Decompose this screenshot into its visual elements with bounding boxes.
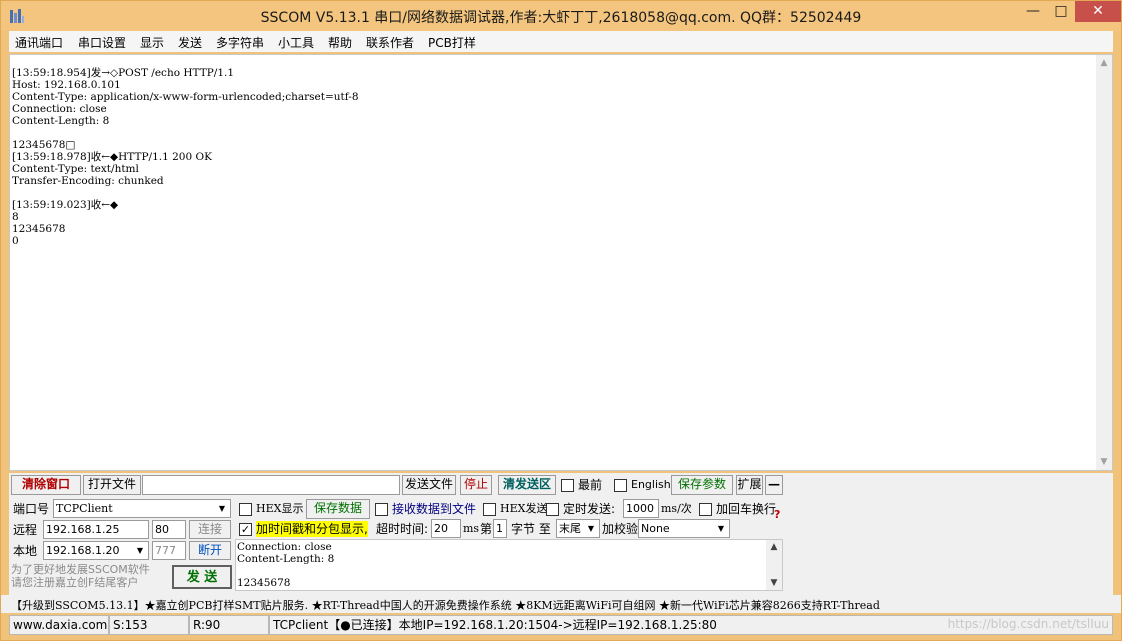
title-bar: SSCOM V5.13.1 串口/网络数据调试器,作者:大虾丁丁,2618058… (1, 1, 1121, 31)
minimize-button[interactable]: — (1019, 1, 1047, 22)
send-content: Connection: close Content-Length: 8 123456… (237, 541, 335, 589)
maximize-button[interactable]: □ (1047, 1, 1075, 22)
menu-item-pcb-order[interactable]: PCB打样 (428, 34, 476, 51)
checksum-label: 加校验 (602, 522, 639, 536)
timed-send-label: 定时发送: (563, 502, 616, 516)
scroll-up-icon[interactable]: ▲ (1096, 58, 1112, 68)
open-file-button[interactable]: 打开文件 (83, 475, 141, 495)
menu-item-comm-port[interactable]: 通讯端口 (15, 34, 63, 51)
menu-item-serial-settings[interactable]: 串口设置 (78, 34, 126, 51)
menu-item-send[interactable]: 发送 (178, 34, 202, 51)
timeout-label: 超时时间: (376, 522, 429, 536)
menu-item-help[interactable]: 帮助 (328, 34, 352, 51)
add-crlf-label: 加回车换行 (716, 502, 777, 516)
timestamp-label: 加时间戳和分包显示, (256, 521, 368, 537)
topmost-label: 最前 (578, 478, 603, 492)
hex-display-label: HEX显示 (256, 502, 304, 515)
timeout-unit-label: ms (463, 522, 480, 535)
local-port-input[interactable]: 777 (152, 541, 186, 560)
remote-ip-input[interactable]: 192.168.1.25 (43, 520, 149, 539)
app-window: SSCOM V5.13.1 串口/网络数据调试器,作者:大虾丁丁,2618058… (0, 0, 1122, 641)
menu-item-multi-string[interactable]: 多字符串 (216, 34, 264, 51)
local-label: 本地 (13, 544, 38, 558)
recv-to-file-checkbox[interactable] (375, 503, 388, 516)
local-ip-select[interactable]: 192.168.1.20 ▼ (43, 541, 149, 560)
nth-label: 第 (480, 522, 493, 536)
hex-send-label: HEX发送 (500, 502, 548, 515)
chevron-down-icon: ▼ (215, 501, 229, 516)
hex-display-checkbox[interactable] (239, 503, 252, 516)
checksum-select[interactable]: None ▼ (638, 519, 730, 538)
window-title: SSCOM V5.13.1 串口/网络数据调试器,作者:大虾丁丁,2618058… (260, 10, 862, 26)
scroll-down-icon[interactable]: ▼ (766, 578, 782, 588)
help-icon[interactable]: ? (774, 507, 780, 523)
scroll-down-icon[interactable]: ▼ (1096, 457, 1112, 467)
promo-bar-text[interactable]: 【升级到SSCOM5.13.1】★嘉立创PCB打样SMT贴片服务. ★RT-Th… (11, 597, 880, 613)
byte-to-label: 字节 至 (511, 522, 551, 536)
hex-send-checkbox[interactable] (483, 503, 496, 516)
status-website[interactable]: www.daxia.com (9, 615, 109, 635)
stop-button[interactable]: 停止 (460, 475, 492, 495)
port-label: 端口号 (13, 502, 50, 516)
port-select[interactable]: TCPClient ▼ (53, 499, 231, 518)
interval-unit-label: ms/次 (661, 502, 692, 515)
promo-text-line1: 为了更好地发展SSCOM软件 (11, 563, 150, 576)
file-path-input[interactable] (142, 475, 400, 495)
close-button[interactable]: ✕ (1075, 1, 1121, 22)
menu-bar: 通讯端口 串口设置 显示 发送 多字符串 小工具 帮助 联系作者 PCB打样 (9, 31, 1113, 52)
topmost-checkbox[interactable] (561, 479, 574, 492)
end-select[interactable]: 末尾 ▼ (556, 519, 600, 538)
chevron-down-icon: ▼ (714, 521, 728, 536)
status-sent-count: S:153 (109, 615, 189, 635)
promo-text-line2: 请您注册嘉立创F结尾客户 (11, 576, 139, 589)
receive-scrollbar[interactable]: ▲ ▼ (1096, 55, 1112, 470)
send-button[interactable]: 发 送 (172, 565, 232, 589)
save-data-button[interactable]: 保存数据 (306, 499, 370, 519)
promo-bar: 【升级到SSCOM5.13.1】★嘉立创PCB打样SMT贴片服务. ★RT-Th… (1, 595, 1121, 613)
send-scrollbar[interactable]: ▲ ▼ (766, 540, 782, 590)
chevron-down-icon: ▼ (584, 521, 598, 536)
collapse-button[interactable]: — (765, 475, 783, 495)
status-bar: www.daxia.com S:153 R:90 TCPclient【●已连接】… (9, 615, 1113, 635)
send-file-button[interactable]: 发送文件 (402, 475, 456, 495)
timeout-input[interactable]: 20 (431, 519, 461, 538)
english-label: English (631, 478, 671, 491)
menu-item-tools[interactable]: 小工具 (278, 34, 314, 51)
control-panel: 清除窗口 打开文件 发送文件 停止 清发送区 最前 English 保存参数 扩… (9, 473, 1113, 595)
remote-label: 远程 (13, 523, 38, 537)
disconnect-button[interactable]: 断开 (189, 541, 231, 560)
remote-port-input[interactable]: 80 (152, 520, 186, 539)
send-text-area[interactable]: Connection: close Content-Length: 8 123456… (235, 539, 783, 591)
connect-button[interactable]: 连接 (189, 520, 231, 539)
save-params-button[interactable]: 保存参数 (671, 475, 733, 495)
nth-byte-input[interactable]: 1 (493, 519, 507, 538)
menu-item-contact-author[interactable]: 联系作者 (366, 34, 414, 51)
clear-window-button[interactable]: 清除窗口 (11, 475, 81, 495)
chevron-down-icon: ▼ (133, 543, 147, 558)
interval-input[interactable]: 1000 (623, 499, 659, 518)
scroll-up-icon[interactable]: ▲ (766, 542, 782, 552)
clear-send-area-button[interactable]: 清发送区 (498, 475, 556, 495)
timed-send-checkbox[interactable] (546, 503, 559, 516)
receive-log: [13:59:18.954]发→◇POST /echo HTTP/1.1 Host… (12, 67, 359, 247)
timestamp-checkbox[interactable]: ✓ (239, 523, 252, 536)
watermark-text: https://blog.csdn.net/tslIuu (947, 617, 1109, 631)
add-crlf-checkbox[interactable] (699, 503, 712, 516)
english-checkbox[interactable] (614, 479, 627, 492)
recv-to-file-label: 接收数据到文件 (392, 502, 477, 516)
status-received-count: R:90 (189, 615, 269, 635)
expand-button[interactable]: 扩展 (736, 475, 763, 495)
menu-item-display[interactable]: 显示 (140, 34, 164, 51)
receive-area[interactable]: [13:59:18.954]发→◇POST /echo HTTP/1.1 Host… (9, 54, 1113, 471)
